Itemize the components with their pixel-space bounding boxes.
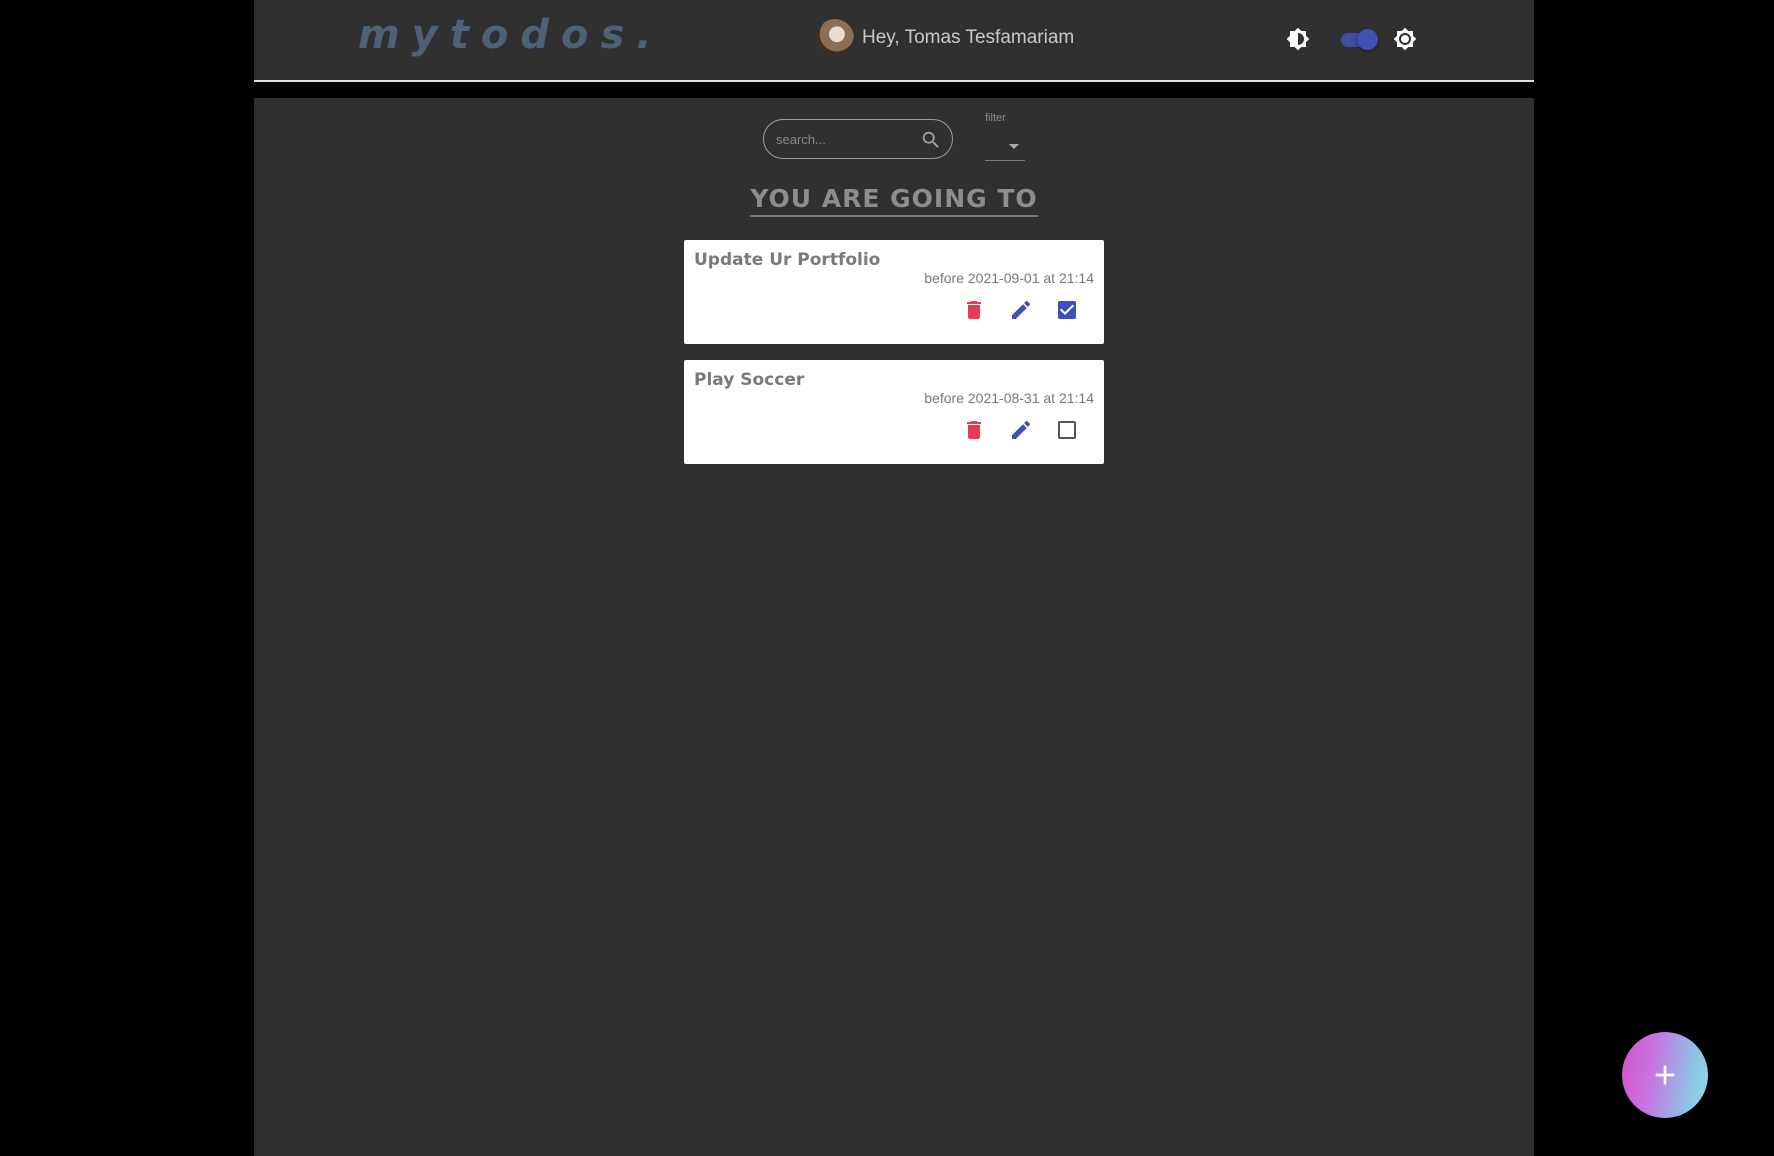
main-content: filter YOU ARE GOING TO Update Ur Portfo… [254,98,1534,1156]
todo-due: before 2021-08-31 at 21:14 [924,390,1094,406]
section-heading: YOU ARE GOING TO [254,184,1534,217]
app-logo[interactable]: mytodos. [358,12,663,58]
filter-label: filter [985,112,1006,124]
todo-due: before 2021-09-01 at 21:14 [924,270,1094,286]
chevron-down-icon [1009,144,1019,149]
trash-icon[interactable] [962,298,986,322]
todo-card: Play Soccer before 2021-08-31 at 21:14 [684,360,1104,464]
brightness-icon[interactable] [1393,27,1417,51]
search-input[interactable] [774,130,918,148]
todo-title: Play Soccer [694,370,805,390]
user-greeting: Hey, Tomas Tesfamariam [862,27,1075,48]
pencil-icon[interactable] [1009,418,1033,442]
todo-card: Update Ur Portfolio before 2021-09-01 at… [684,240,1104,344]
search-box [763,119,953,159]
trash-icon[interactable] [962,418,986,442]
todo-title: Update Ur Portfolio [694,250,881,270]
search-icon[interactable] [920,129,942,151]
checkbox-icon[interactable] [1055,418,1079,442]
filter-dropdown[interactable] [985,132,1025,161]
theme-toggle[interactable] [1339,28,1379,50]
user-info: Hey, Tomas Tesfamariam [816,19,1074,57]
plus-icon [1655,1065,1675,1085]
avatar[interactable] [816,19,854,57]
page-title: YOU ARE GOING TO [750,184,1038,217]
pencil-icon[interactable] [1009,298,1033,322]
add-todo-button[interactable] [1622,1032,1708,1118]
checkbox-checked-icon[interactable] [1055,298,1079,322]
contrast-icon[interactable] [1286,27,1310,51]
filter-select[interactable]: filter [985,112,1025,161]
app-container: mytodos. Hey, Tomas Tesfamariam filter [254,0,1534,1156]
app-header: mytodos. Hey, Tomas Tesfamariam [254,0,1534,82]
toggle-thumb [1357,29,1378,50]
